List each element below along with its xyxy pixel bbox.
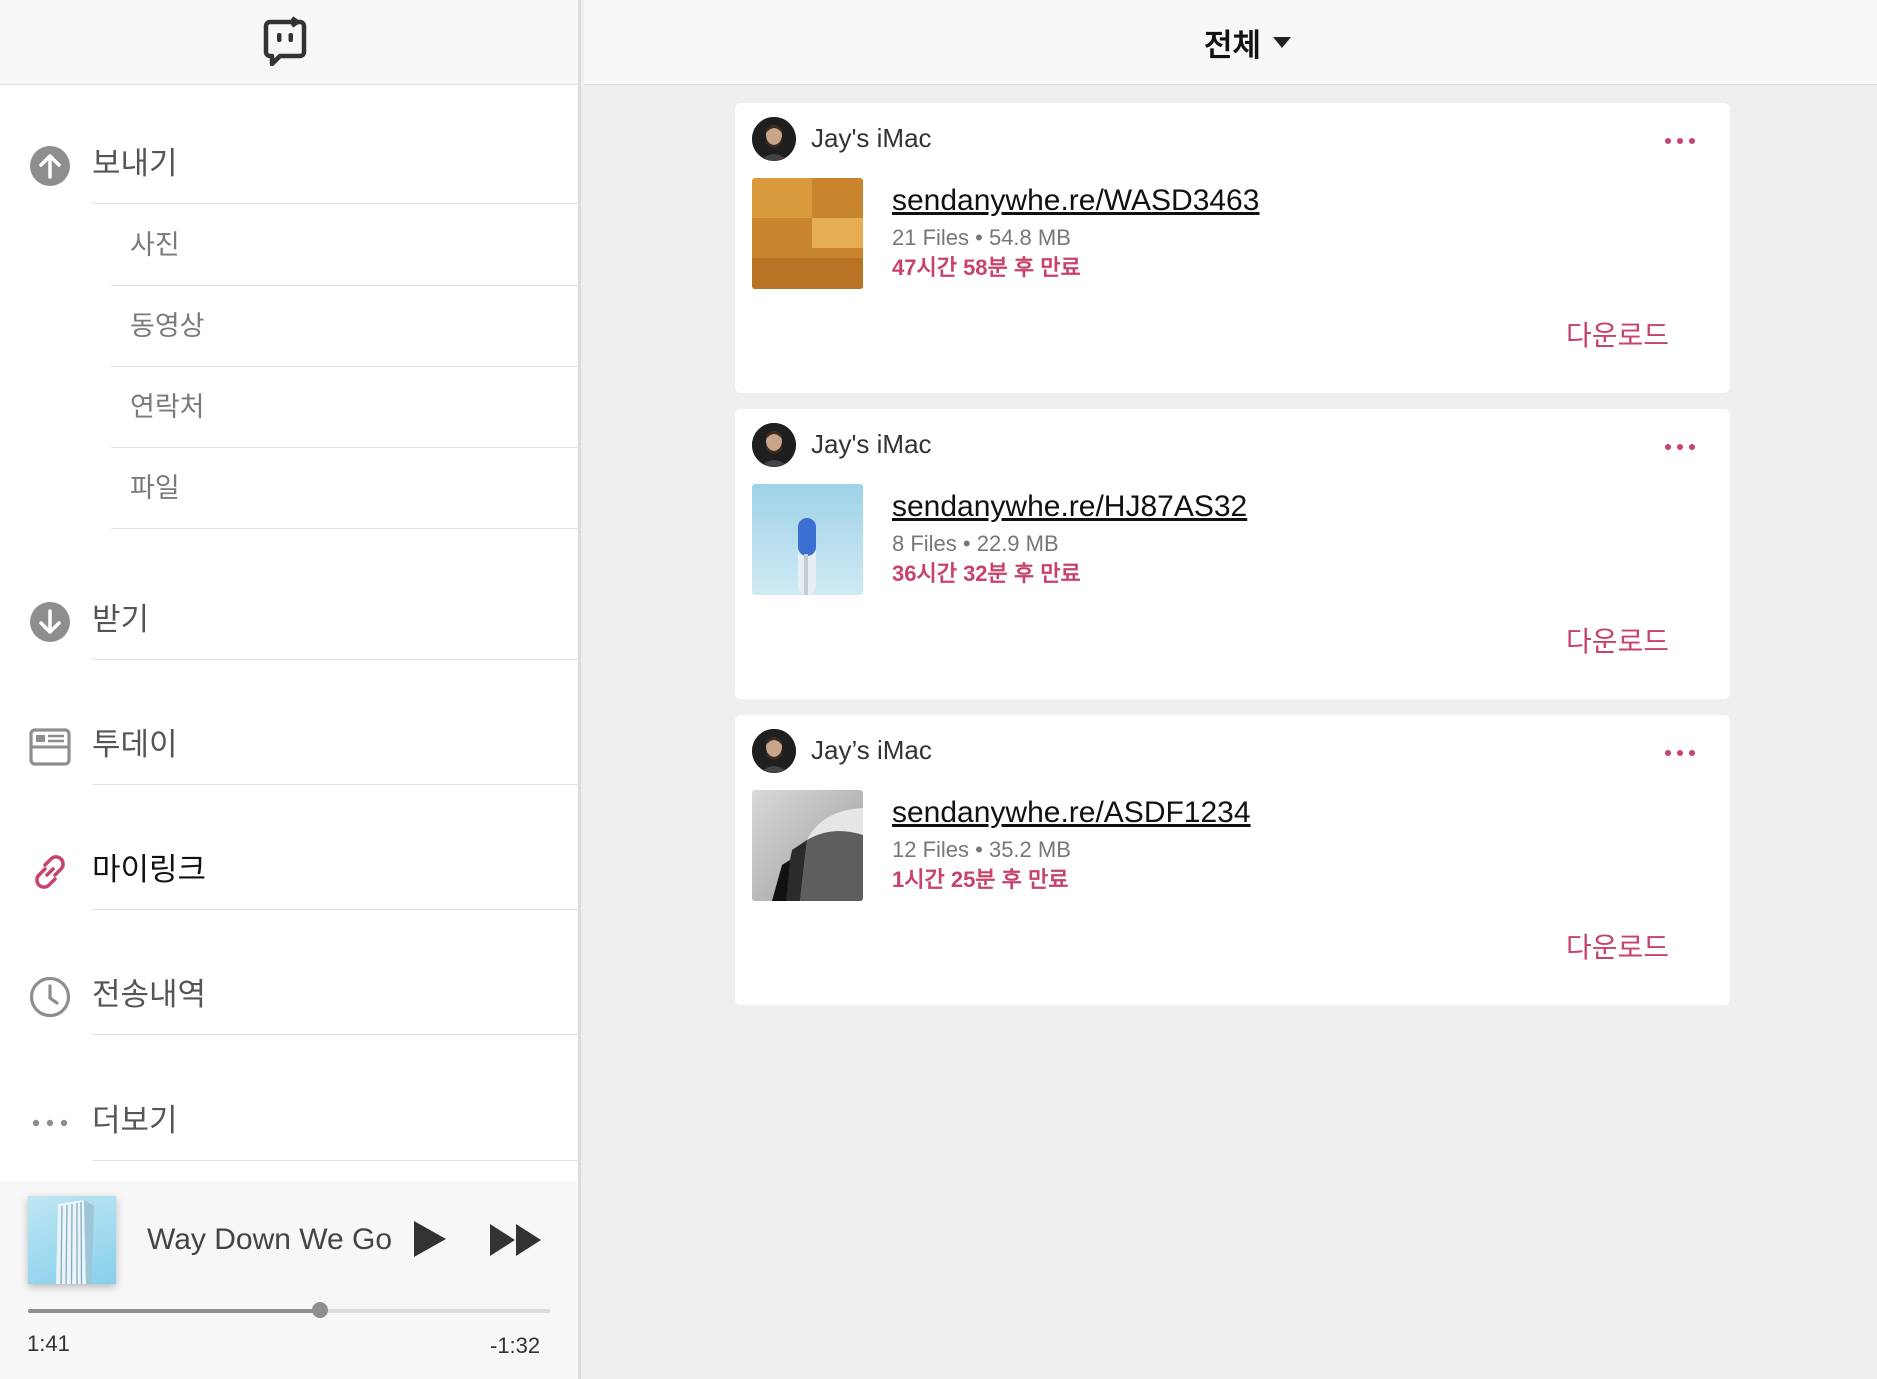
download-button[interactable]: 다운로드	[1566, 930, 1669, 966]
nav-receive-label: 받기	[92, 602, 150, 637]
sub-item-label: 파일	[130, 473, 180, 503]
progress-track[interactable]	[28, 1302, 550, 1318]
nav-mylink[interactable]: 마이링크	[0, 846, 578, 910]
nav-send[interactable]: 보내기	[0, 140, 578, 204]
expiry-text: 47시간 58분 후 만료	[892, 255, 1081, 280]
share-link[interactable]: sendanywhe.re/ASDF1234	[892, 793, 1251, 833]
file-meta: 21 Files • 54.8 MB	[892, 225, 1071, 250]
caret-down-icon	[1273, 36, 1292, 48]
filter-dropdown[interactable]: 전체	[1204, 22, 1292, 63]
nav-more[interactable]: 더보기	[0, 1097, 578, 1161]
download-arrow-icon	[30, 602, 70, 642]
progress-fill	[28, 1309, 321, 1313]
divider	[92, 1034, 578, 1035]
clock-icon	[29, 976, 71, 1018]
divider	[111, 528, 578, 529]
nav-send-label: 보내기	[92, 146, 178, 181]
file-meta: 8 Files • 22.9 MB	[892, 531, 1059, 556]
fast-forward-icon[interactable]	[488, 1221, 544, 1259]
orange-wall-image-icon	[752, 178, 863, 289]
time-remaining: -1:32	[490, 1333, 541, 1358]
file-thumbnail[interactable]	[752, 484, 863, 595]
avatar	[752, 729, 796, 773]
main-header: 전체	[584, 0, 1877, 85]
sub-item-label: 연락처	[130, 392, 205, 422]
more-options-icon[interactable]	[1660, 745, 1700, 761]
send-sub-item-photo[interactable]: 사진	[0, 206, 578, 286]
avatar	[752, 117, 796, 161]
time-elapsed: 1:41	[27, 1331, 70, 1356]
sidebar: 보내기 사진 동영상 연락처 파일 받기 투데이 마이링크 전송내역 더보기 W…	[0, 0, 581, 1379]
app-logo-icon	[263, 16, 307, 66]
architecture-image-icon	[752, 790, 863, 901]
file-thumbnail[interactable]	[752, 790, 863, 901]
album-art[interactable]	[28, 1196, 116, 1284]
divider	[92, 203, 578, 204]
sidebar-header	[0, 0, 578, 85]
divider	[111, 366, 578, 367]
filter-label: 전체	[1204, 27, 1262, 63]
divider	[92, 1160, 578, 1161]
nav-history[interactable]: 전송내역	[0, 971, 578, 1035]
sub-item-label: 동영상	[130, 311, 205, 341]
link-card: Jay’s iMac sendanywhe.re/ASDF1234 12 Fil…	[735, 715, 1730, 1005]
divider	[92, 909, 578, 910]
upload-arrow-icon	[30, 146, 70, 186]
link-icon	[35, 855, 65, 889]
send-sub-item-video[interactable]: 동영상	[0, 287, 578, 367]
divider	[92, 659, 578, 660]
file-meta: 12 Files • 35.2 MB	[892, 837, 1071, 862]
device-name: Jay's iMac	[811, 123, 932, 153]
nav-more-label: 더보기	[92, 1103, 178, 1138]
nav-today-label: 투데이	[92, 727, 178, 762]
nav-receive[interactable]: 받기	[0, 596, 578, 660]
nav-history-label: 전송내역	[92, 977, 207, 1012]
device-name: Jay's iMac	[811, 429, 932, 459]
divider	[92, 784, 578, 785]
link-card: Jay's iMac sendanywhe.re/HJ87AS32 8 File…	[735, 409, 1730, 699]
blue-tower-image-icon	[752, 484, 863, 595]
mini-player: Way Down We Go 1:41 -1:32	[0, 1181, 578, 1379]
sub-item-label: 사진	[130, 230, 180, 260]
share-link[interactable]: sendanywhe.re/WASD3463	[892, 181, 1259, 221]
avatar	[752, 423, 796, 467]
more-options-icon[interactable]	[1660, 133, 1700, 149]
file-thumbnail[interactable]	[752, 178, 863, 289]
news-card-icon	[29, 728, 71, 766]
user-avatar-icon	[752, 423, 796, 467]
user-avatar-icon	[752, 729, 796, 773]
more-dots-icon	[32, 1119, 68, 1127]
link-card: Jay's iMac sendanywhe.re/WASD3463 21 Fil…	[735, 103, 1730, 393]
share-link[interactable]: sendanywhe.re/HJ87AS32	[892, 487, 1247, 527]
progress-thumb[interactable]	[312, 1302, 329, 1318]
divider	[111, 285, 578, 286]
user-avatar-icon	[752, 117, 796, 161]
expiry-text: 1시간 25분 후 만료	[892, 867, 1069, 892]
device-name: Jay’s iMac	[811, 735, 932, 765]
nav-mylink-label: 마이링크	[92, 852, 207, 887]
nav-today[interactable]: 투데이	[0, 721, 578, 785]
download-button[interactable]: 다운로드	[1566, 624, 1669, 660]
track-title: Way Down We Go	[147, 1223, 392, 1256]
send-sub-item-contacts[interactable]: 연락처	[0, 368, 578, 448]
send-sub-item-file[interactable]: 파일	[0, 449, 578, 529]
download-button[interactable]: 다운로드	[1566, 318, 1669, 354]
divider	[111, 447, 578, 448]
building-image-icon	[56, 1200, 94, 1284]
expiry-text: 36시간 32분 후 만료	[892, 561, 1081, 586]
more-options-icon[interactable]	[1660, 439, 1700, 455]
play-icon[interactable]	[408, 1217, 452, 1261]
